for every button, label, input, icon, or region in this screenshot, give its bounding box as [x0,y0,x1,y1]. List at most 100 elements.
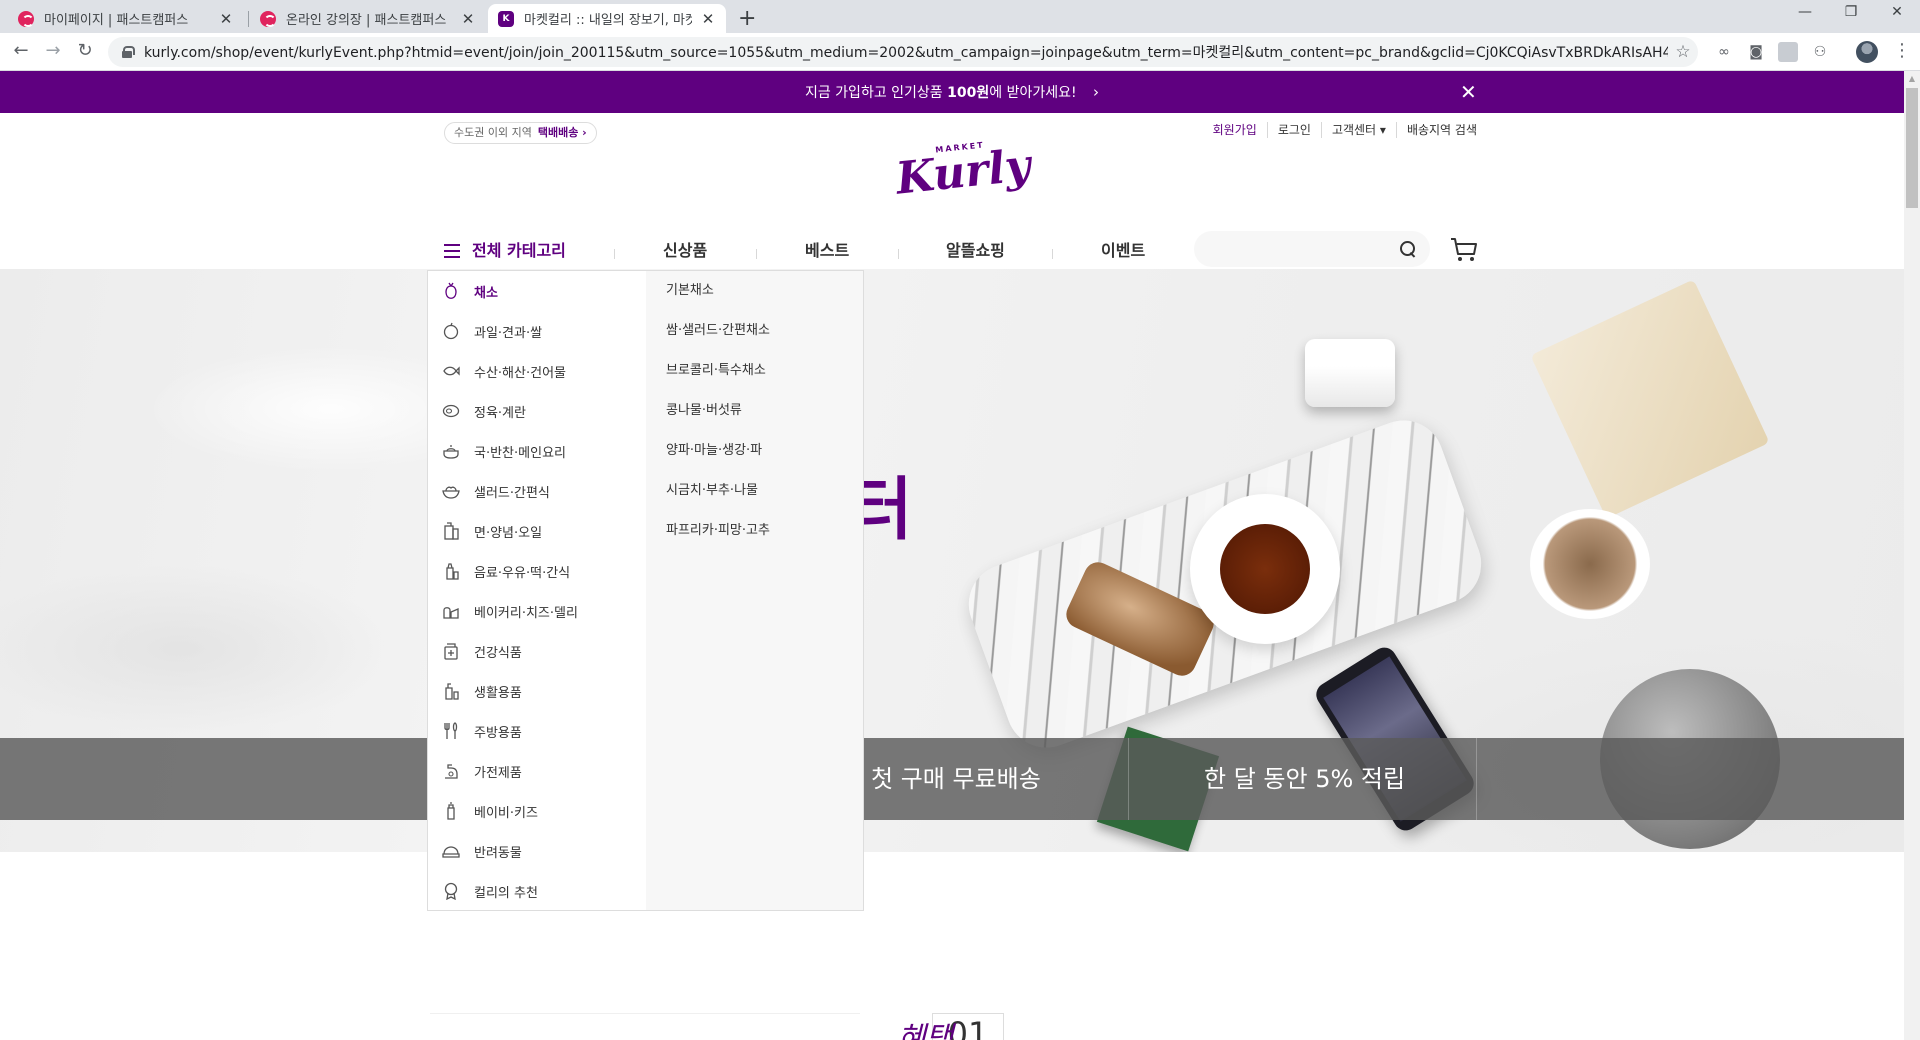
category-label: 주방용품 [474,725,522,741]
forward-arrow-icon[interactable]: → [41,40,65,61]
signup-promo-banner[interactable]: 지금 가입하고 인기상품 100원에 받아가세요! › ✕ [0,71,1904,113]
vegetable-icon [445,282,457,299]
close-tab-icon[interactable]: ✕ [218,10,234,28]
appliance-icon [445,764,458,779]
link-extension-icon[interactable]: ∞ [1714,42,1734,62]
subcategory-item[interactable]: 기본채소 [646,271,863,311]
category-item-vegetables[interactable]: 채소 [428,271,646,311]
hero-banner[interactable]: 터 첫 구매 무료배송 한 달 동안 5% 적립 [0,269,1904,852]
category-label: 생활용품 [474,685,522,701]
new-tab-button[interactable]: + [738,6,756,31]
profile-avatar[interactable] [1856,41,1878,63]
delivery-prefix: 수도권 이외 지역 [454,126,532,139]
search-input[interactable] [1194,231,1430,267]
noodle-icon [444,522,459,540]
category-item-bakery-cheese[interactable]: 베이커리·치즈·델리 [428,591,646,631]
benefit-strip: 첫 구매 무료배송 한 달 동안 5% 적립 [0,738,1904,820]
baby-icon [447,802,455,820]
nav-separator [1052,249,1053,259]
category-label: 과일·견과·쌀 [474,325,543,341]
category-item-soup-side-dishes[interactable]: 국·반찬·메인요리 [428,431,646,471]
nav-separator [898,249,899,259]
close-window-icon[interactable]: ✕ [1874,4,1920,20]
customer-center-link[interactable]: 고객센터 ▾ [1320,122,1396,138]
delivery-area-badge[interactable]: 수도권 이외 지역 택배배송 › [444,122,597,144]
camera-extension-icon[interactable]: ◙ [1746,42,1766,62]
address-bar[interactable]: kurly.com/shop/event/kurlyEvent.php?htmi… [108,37,1698,67]
divider [430,1013,860,1014]
close-tab-icon[interactable]: ✕ [460,10,476,28]
delivery-link[interactable]: 택배배송 › [538,126,587,139]
close-icon[interactable]: ✕ [1460,71,1477,113]
back-arrow-icon[interactable]: ← [9,40,33,61]
fish-icon [443,366,460,376]
category-item-kurly-recommends[interactable]: 컬리의 추천 [428,871,646,911]
chevron-right-icon: › [1093,83,1100,101]
browser-tab[interactable]: 마이페이지 | 패스트캠퍼스 ✕ [8,4,244,33]
category-label: 국·반찬·메인요리 [474,445,566,461]
category-item-fruits[interactable]: 과일·견과·쌀 [428,311,646,351]
category-label: 채소 [474,285,498,301]
lock-icon [122,46,135,58]
minimize-window-icon[interactable]: — [1782,4,1828,20]
close-tab-icon[interactable]: ✕ [700,10,716,28]
subcategory-item[interactable]: 양파·마늘·생강·파 [646,431,863,471]
browser-toolbar: ← → ↻ kurly.com/shop/event/kurlyEvent.ph… [0,33,1920,71]
category-label: 면·양념·오일 [474,525,543,541]
tab-separator [248,11,249,27]
scroll-up-arrow-icon[interactable]: ▲ [1904,71,1920,87]
category-label: 음료·우유·떡·간식 [474,565,571,581]
delivery-area-search-link[interactable]: 배송지역 검색 [1395,122,1477,138]
reload-icon[interactable]: ↻ [73,40,97,61]
category-item-drinks-snacks[interactable]: 음료·우유·떡·간식 [428,551,646,591]
category-item-appliances[interactable]: 가전제품 [428,751,646,791]
category-item-seafood[interactable]: 수산·해산·건어물 [428,351,646,391]
benefit-free-shipping: 첫 구매 무료배송 [871,765,1041,793]
subcategory-item[interactable]: 브로콜리·특수채소 [646,351,863,391]
subcategory-item[interactable]: 쌈·샐러드·간편채소 [646,311,863,351]
market-kurly-logo[interactable]: MARKET Kurly [893,139,1033,215]
hero-snack-bag [1530,279,1770,519]
category-item-noodles-sauces[interactable]: 면·양념·오일 [428,511,646,551]
subcategory-item[interactable]: 파프리카·피망·고추 [646,511,863,551]
tab-title: 마켓컬리 :: 내일의 장보기, 마켓컬리 [524,13,692,28]
promo-text: 지금 가입하고 인기상품 [804,85,948,101]
fastcampus-favicon-icon [18,10,34,27]
pet-icon [442,846,460,858]
benefit-separator [1128,738,1129,820]
category-label: 반려동물 [474,845,522,861]
cart-icon[interactable] [1450,237,1478,263]
category-item-salad-convenience[interactable]: 샐러드·간편식 [428,471,646,511]
page-scrollbar[interactable]: ▲ [1904,71,1920,1040]
category-label: 컬리의 추천 [474,885,538,901]
subcategory-item[interactable]: 콩나물·버섯류 [646,391,863,431]
search-icon[interactable] [1400,241,1416,257]
recommend-badge-icon [444,882,458,900]
signup-link[interactable]: 회원가입 [1203,122,1267,138]
category-item-household[interactable]: 생활용품 [428,671,646,711]
category-item-pets[interactable]: 반려동물 [428,831,646,871]
household-icon [445,683,459,700]
glasses-extension-icon[interactable]: ⚇ [1810,42,1830,62]
bookmark-star-icon[interactable]: ☆ [1668,42,1698,62]
more-menu-icon[interactable]: ⋮ [1893,40,1911,61]
tab-title: 마이페이지 | 패스트캠퍼스 [44,13,189,28]
restore-window-icon[interactable]: ❐ [1828,4,1874,20]
category-item-kitchen[interactable]: 주방용품 [428,711,646,751]
promo-highlight: 100원 [947,85,990,101]
kurly-favicon-icon: K [498,10,514,27]
category-item-baby-kids[interactable]: 베이비·키즈 [428,791,646,831]
pot-icon [443,445,459,459]
category-item-meat-eggs[interactable]: 정육·계란 [428,391,646,431]
browser-tab[interactable]: 온라인 강의장 | 패스트캠퍼스 ✕ [250,4,486,33]
login-link[interactable]: 로그인 [1266,122,1321,138]
logo-kurly-text: Kurly [893,139,1033,205]
browser-tab-active[interactable]: K 마켓컬리 :: 내일의 장보기, 마켓컬리 ✕ [488,4,726,33]
category-item-health-food[interactable]: 건강식품 [428,631,646,671]
fastcampus-favicon-icon [260,10,276,27]
page-viewport: 지금 가입하고 인기상품 100원에 받아가세요! › ✕ 수도권 이외 지역 택… [0,71,1904,1040]
url-text[interactable]: kurly.com/shop/event/kurlyEvent.php?htmi… [144,42,1668,62]
scrollbar-thumb[interactable] [1906,88,1918,208]
subcategory-item[interactable]: 시금치·부추·나물 [646,471,863,511]
image-extension-icon[interactable] [1778,42,1798,62]
